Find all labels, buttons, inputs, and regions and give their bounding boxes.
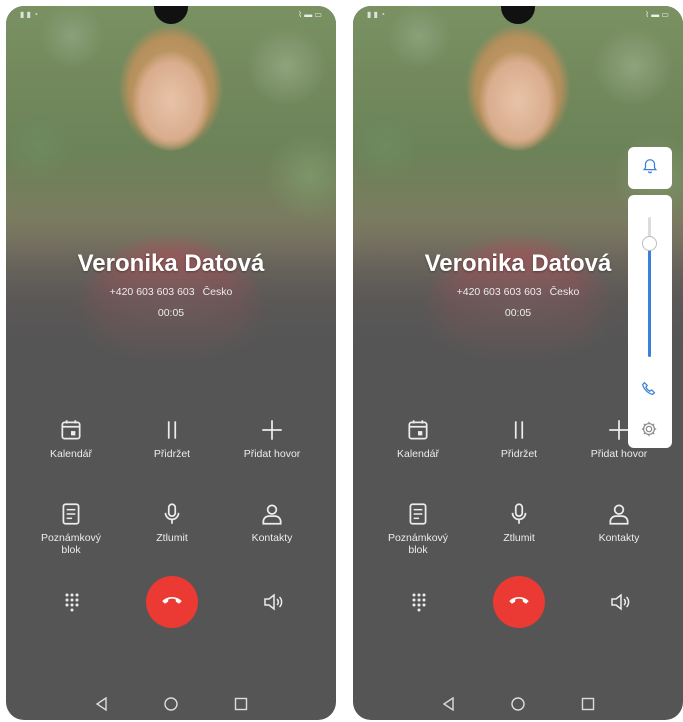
caller-name: Veronika Datová bbox=[424, 250, 612, 277]
navigation-bar bbox=[6, 690, 336, 720]
back-triangle-icon[interactable] bbox=[441, 696, 457, 712]
caller-number: +420 603 603 603 bbox=[109, 286, 195, 298]
mute-label: Ztlumit bbox=[156, 532, 188, 544]
mute-button[interactable]: Ztlumit bbox=[471, 501, 567, 544]
bell-icon bbox=[641, 157, 659, 180]
calendar-button[interactable]: Kalendář bbox=[23, 417, 119, 460]
hold-button[interactable]: Přidržet bbox=[471, 417, 567, 460]
notepad-label-line2: blok bbox=[408, 544, 428, 556]
caller-info: +420 603 603 603 Česko bbox=[6, 286, 336, 298]
notepad-label-line1: Poznámkový bbox=[387, 532, 449, 544]
microphone-icon bbox=[506, 501, 532, 527]
status-bar-left: ▮ ▮ ◔ bbox=[367, 10, 386, 19]
hold-label: Přidržet bbox=[153, 448, 191, 460]
recents-square-icon[interactable] bbox=[233, 696, 249, 712]
contacts-label: Kontakty bbox=[251, 532, 293, 544]
calendar-icon bbox=[58, 417, 84, 443]
notepad-button[interactable]: Poznámkový blok bbox=[23, 501, 119, 556]
ringer-mode-button[interactable] bbox=[628, 147, 672, 189]
calendar-icon bbox=[405, 417, 431, 443]
notepad-icon bbox=[58, 501, 84, 527]
mute-button[interactable]: Ztlumit bbox=[124, 501, 220, 544]
end-call-icon bbox=[506, 587, 532, 618]
speaker-icon[interactable] bbox=[261, 590, 285, 614]
add-call-label: Přidat hovor bbox=[243, 448, 301, 460]
person-icon bbox=[606, 501, 632, 527]
contacts-button[interactable]: Kontakty bbox=[571, 501, 667, 544]
caller-info: +420 603 603 603 Česko bbox=[353, 286, 683, 298]
caller-country: Česko bbox=[202, 286, 233, 298]
notepad-label-line2: blok bbox=[61, 544, 81, 556]
recents-square-icon[interactable] bbox=[580, 696, 596, 712]
hold-label: Přidržet bbox=[500, 448, 538, 460]
call-screen-left: ▮ ▮ ◔ ⌇ ▬ ▭ Veronika Datová +420 603 603… bbox=[6, 6, 336, 720]
plus-icon bbox=[259, 417, 285, 443]
hold-button[interactable]: Přidržet bbox=[124, 417, 220, 460]
add-call-button[interactable]: Přidat hovor bbox=[224, 417, 320, 460]
speaker-icon[interactable] bbox=[608, 590, 632, 614]
volume-slider-thumb[interactable] bbox=[642, 236, 657, 252]
dialpad-icon[interactable] bbox=[60, 590, 84, 614]
volume-panel bbox=[628, 195, 672, 448]
call-timer: 00:05 bbox=[504, 307, 532, 319]
notepad-button[interactable]: Poznámkový blok bbox=[370, 501, 466, 556]
pause-icon bbox=[159, 417, 185, 443]
contacts-button[interactable]: Kontakty bbox=[224, 501, 320, 544]
add-call-label: Přidat hovor bbox=[590, 448, 648, 460]
home-circle-icon[interactable] bbox=[510, 696, 526, 712]
caller-number: +420 603 603 603 bbox=[456, 286, 542, 298]
microphone-icon bbox=[159, 501, 185, 527]
status-bar-left: ▮ ▮ ◔ bbox=[20, 10, 39, 19]
calendar-button[interactable]: Kalendář bbox=[370, 417, 466, 460]
caller-country: Česko bbox=[549, 286, 580, 298]
pause-icon bbox=[506, 417, 532, 443]
contacts-label: Kontakty bbox=[598, 532, 640, 544]
notepad-label-line1: Poznámkový bbox=[40, 532, 102, 544]
end-call-button[interactable] bbox=[493, 576, 545, 628]
dialpad-icon[interactable] bbox=[407, 590, 431, 614]
notepad-icon bbox=[405, 501, 431, 527]
call-timer: 00:05 bbox=[157, 307, 185, 319]
navigation-bar bbox=[353, 690, 683, 720]
gear-icon[interactable] bbox=[640, 420, 658, 438]
status-bar-right: ⌇ ▬ ▭ bbox=[645, 10, 669, 19]
calendar-label: Kalendář bbox=[49, 448, 93, 460]
back-triangle-icon[interactable] bbox=[94, 696, 110, 712]
calendar-label: Kalendář bbox=[396, 448, 440, 460]
caller-name: Veronika Datová bbox=[77, 250, 265, 277]
end-call-button[interactable] bbox=[146, 576, 198, 628]
mute-label: Ztlumit bbox=[503, 532, 535, 544]
home-circle-icon[interactable] bbox=[163, 696, 179, 712]
end-call-icon bbox=[159, 587, 185, 618]
person-icon bbox=[259, 501, 285, 527]
status-bar-right: ⌇ ▬ ▭ bbox=[298, 10, 322, 19]
phone-icon bbox=[640, 380, 658, 398]
